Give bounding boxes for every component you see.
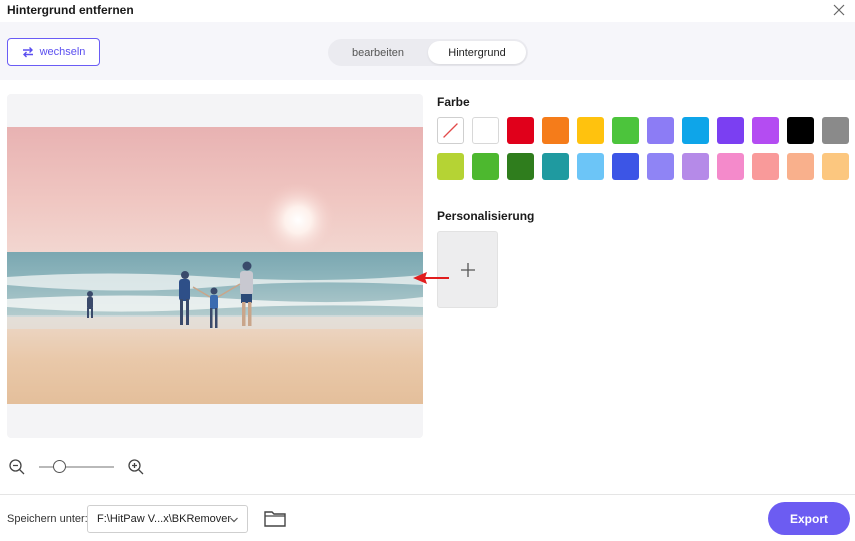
color-section-title: Farbe xyxy=(437,95,470,109)
color-swatch[interactable] xyxy=(752,117,779,144)
color-swatch[interactable] xyxy=(472,153,499,180)
zoom-in-icon[interactable] xyxy=(127,458,145,476)
color-swatch[interactable] xyxy=(542,117,569,144)
color-swatch[interactable] xyxy=(577,117,604,144)
zoom-slider-handle[interactable] xyxy=(53,460,66,473)
zoom-out-icon[interactable] xyxy=(8,458,26,476)
toolbar: wechseln bearbeiten Hintergrund xyxy=(0,22,855,80)
footer-divider xyxy=(0,494,855,495)
title-bar: Hintergrund entfernen xyxy=(0,0,855,22)
switch-button[interactable]: wechseln xyxy=(7,38,100,66)
color-swatch[interactable] xyxy=(612,153,639,180)
folder-icon[interactable] xyxy=(263,508,287,528)
color-swatch[interactable] xyxy=(542,153,569,180)
color-swatch[interactable] xyxy=(787,153,814,180)
image-preview-panel xyxy=(7,94,423,438)
color-swatch[interactable] xyxy=(717,117,744,144)
tab-background[interactable]: Hintergrund xyxy=(428,41,526,64)
color-swatch[interactable] xyxy=(507,117,534,144)
save-path-dropdown[interactable]: F:\HitPaw V...x\BKRemover xyxy=(87,505,248,533)
color-swatch[interactable] xyxy=(647,117,674,144)
no-color-swatch[interactable] xyxy=(437,117,464,144)
color-swatch[interactable] xyxy=(752,153,779,180)
swap-arrows-icon xyxy=(22,47,33,58)
save-path-value: F:\HitPaw V...x\BKRemover xyxy=(97,513,232,525)
beach-photo xyxy=(7,127,423,404)
color-swatch[interactable] xyxy=(612,117,639,144)
color-swatch[interactable] xyxy=(787,117,814,144)
color-swatch[interactable] xyxy=(682,153,709,180)
custom-section-title: Personalisierung xyxy=(437,209,535,223)
chevron-down-icon xyxy=(230,517,238,523)
window-title: Hintergrund entfernen xyxy=(7,3,134,17)
export-button[interactable]: Export xyxy=(768,502,850,535)
color-swatch[interactable] xyxy=(647,153,674,180)
close-icon[interactable] xyxy=(831,2,847,18)
mode-tabs: bearbeiten Hintergrund xyxy=(328,39,528,66)
color-swatch[interactable] xyxy=(507,153,534,180)
color-swatch[interactable] xyxy=(682,117,709,144)
color-swatch[interactable] xyxy=(472,117,499,144)
background-removal-window: Hintergrund entfernen wechseln bearbeite… xyxy=(0,0,855,541)
color-swatch[interactable] xyxy=(717,153,744,180)
color-swatch[interactable] xyxy=(822,153,849,180)
zoom-slider-track[interactable] xyxy=(39,466,114,468)
save-location-label: Speichern unter: xyxy=(7,513,88,525)
tab-edit[interactable]: bearbeiten xyxy=(330,41,426,64)
arrow-indicator-icon xyxy=(413,272,449,284)
color-swatch[interactable] xyxy=(437,153,464,180)
plus-icon xyxy=(460,262,475,277)
color-swatch[interactable] xyxy=(577,153,604,180)
switch-button-label: wechseln xyxy=(39,46,86,58)
color-swatch[interactable] xyxy=(822,117,849,144)
